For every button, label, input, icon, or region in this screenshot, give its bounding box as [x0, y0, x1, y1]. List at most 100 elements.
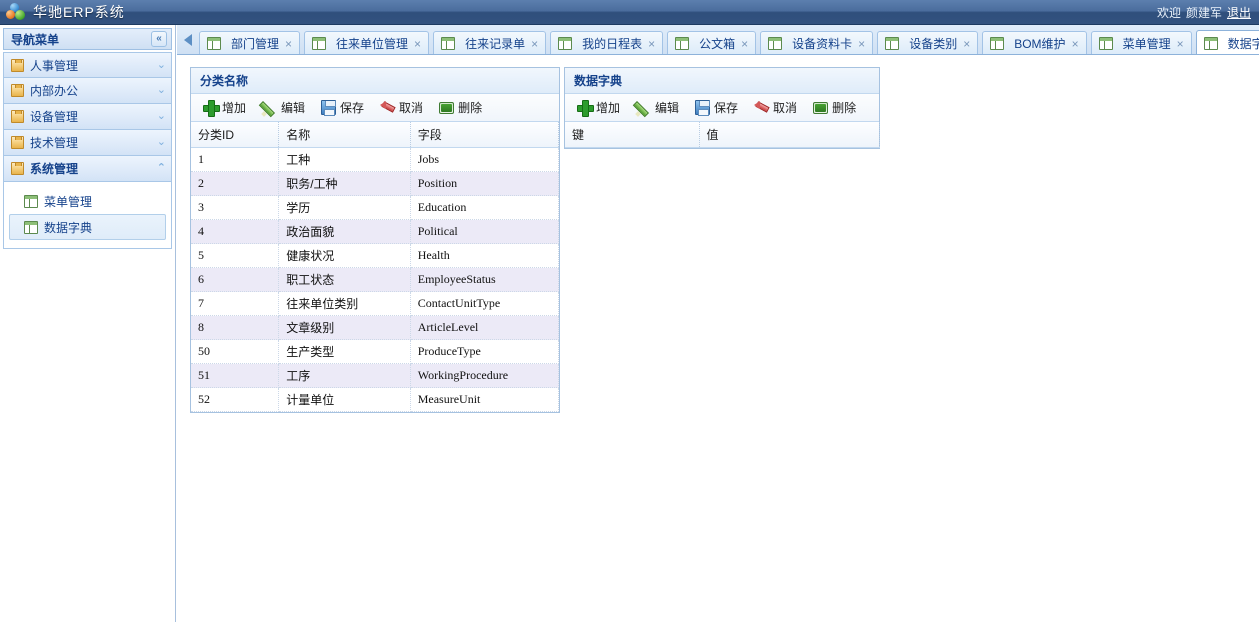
- cell-field: Jobs: [410, 147, 560, 172]
- sidebar-collapse-icon[interactable]: «: [151, 31, 167, 47]
- pencil-icon: [636, 100, 651, 115]
- cell-name: 工序: [278, 363, 411, 388]
- delete-button[interactable]: 删除: [805, 96, 864, 119]
- tab-gongwenxiang[interactable]: 公文箱 ×: [667, 31, 757, 54]
- tab-shebeileibie[interactable]: 设备类别 ×: [877, 31, 979, 54]
- tab-wodericheng[interactable]: 我的日程表 ×: [550, 31, 664, 54]
- table-row[interactable]: 1 工种 Jobs: [191, 147, 560, 172]
- chevron-down-icon: ⌄: [156, 58, 166, 71]
- tab-close-icon[interactable]: ×: [285, 37, 292, 51]
- tab-close-icon[interactable]: ×: [1177, 37, 1184, 51]
- tab-close-icon[interactable]: ×: [963, 37, 970, 51]
- tab-close-icon[interactable]: ×: [1072, 37, 1079, 51]
- tab-wanglaidanweiguanli[interactable]: 往来单位管理 ×: [304, 31, 430, 54]
- save-button[interactable]: 保存: [313, 96, 372, 119]
- tab-label: 往来单位管理: [336, 37, 409, 51]
- delete-button[interactable]: 删除: [431, 96, 490, 119]
- column-header-key[interactable]: 键: [565, 122, 700, 148]
- cancel-button[interactable]: 取消: [372, 96, 431, 119]
- sidebar-item-renshi[interactable]: 人事管理 ⌄: [3, 52, 172, 78]
- sidebar-item-caidanguanli[interactable]: 菜单管理: [9, 188, 166, 214]
- sidebar-item-xitongguanli[interactable]: 系统管理 ⌃: [3, 156, 172, 182]
- tab-close-icon[interactable]: ×: [648, 37, 655, 51]
- table-row[interactable]: 5 健康状况 Health: [191, 243, 560, 268]
- cell-name: 健康状况: [278, 243, 411, 268]
- tab-bumenguanli[interactable]: 部门管理 ×: [199, 31, 301, 54]
- cell-name: 职工状态: [278, 267, 411, 292]
- column-header-field[interactable]: 字段: [410, 122, 560, 148]
- greeting-label: 欢迎: [1156, 5, 1181, 20]
- cell-id: 4: [191, 219, 280, 244]
- cell-id: 6: [191, 267, 280, 292]
- cell-field: Education: [410, 195, 560, 220]
- table-row[interactable]: 51 工序 WorkingProcedure: [191, 363, 560, 388]
- sidebar-item-jishuguanli[interactable]: 技术管理 ⌄: [3, 130, 172, 156]
- save-button[interactable]: 保存: [687, 96, 746, 119]
- delete-button-label: 删除: [458, 101, 483, 115]
- cancel-button-label: 取消: [773, 101, 798, 115]
- add-button[interactable]: 增加: [569, 96, 628, 119]
- tab-bom-weihu[interactable]: BOM维护 ×: [982, 31, 1087, 54]
- tab-close-icon[interactable]: ×: [858, 37, 865, 51]
- table-row[interactable]: 7 往来单位类别 ContactUnitType: [191, 291, 560, 316]
- tab-scroll-left-button[interactable]: [179, 26, 197, 54]
- sidebar-item-label: 技术管理: [30, 136, 79, 150]
- edit-button[interactable]: 编辑: [254, 96, 313, 119]
- table-row[interactable]: 50 生产类型 ProduceType: [191, 339, 560, 364]
- plus-icon: [203, 100, 220, 117]
- cell-id: 1: [191, 147, 280, 172]
- folder-icon: [11, 84, 24, 97]
- tab-close-icon[interactable]: ×: [741, 37, 748, 51]
- table-row[interactable]: 52 计量单位 MeasureUnit: [191, 387, 560, 412]
- floppy-disk-icon: [695, 100, 711, 116]
- sidebar-subitem-label: 数据字典: [44, 220, 93, 235]
- sidebar: 导航菜单 « 人事管理 ⌄ 内部办公 ⌄ 设备管理 ⌄ 技术管理 ⌄ 系统管理 …: [0, 25, 176, 622]
- cell-name: 职务/工种: [278, 171, 411, 196]
- logout-link[interactable]: 退出: [1227, 4, 1251, 21]
- sidebar-item-label: 内部办公: [30, 84, 79, 98]
- grid-icon: [312, 37, 327, 50]
- delete-button-label: 删除: [832, 101, 857, 115]
- edit-button-label: 编辑: [281, 101, 306, 115]
- cell-name: 政治面貌: [278, 219, 411, 244]
- tab-close-icon[interactable]: ×: [414, 37, 421, 51]
- three-spheres-logo-icon: [6, 3, 28, 21]
- cell-name: 计量单位: [278, 387, 411, 412]
- folder-icon: [11, 162, 24, 175]
- sidebar-submenu: 菜单管理 数据字典: [3, 182, 172, 249]
- save-button-label: 保存: [340, 101, 365, 115]
- table-row[interactable]: 2 职务/工种 Position: [191, 171, 560, 196]
- tab-wanglaijiludan[interactable]: 往来记录单 ×: [433, 31, 547, 54]
- table-row[interactable]: 6 职工状态 EmployeeStatus: [191, 267, 560, 292]
- sidebar-item-shebeiguanli[interactable]: 设备管理 ⌄: [3, 104, 172, 130]
- table-row[interactable]: 3 学历 Education: [191, 195, 560, 220]
- grid-icon: [885, 37, 900, 50]
- category-grid-wrapper: 分类ID 名称 字段 1 工种 Jobs 2 职务/工种 Position 3 …: [191, 122, 560, 412]
- grid-icon: [675, 37, 690, 50]
- panels-container: 分类名称 增加 编辑 保存 取消 删除 分类ID 名称 字段 1 工种 Jobs…: [177, 55, 1259, 621]
- column-header-value[interactable]: 值: [699, 122, 880, 148]
- column-header-name[interactable]: 名称: [278, 122, 411, 148]
- tab-label: BOM维护: [1014, 37, 1066, 51]
- sidebar-item-label: 设备管理: [30, 110, 79, 124]
- tab-label: 菜单管理: [1122, 37, 1171, 51]
- sidebar-item-label: 人事管理: [30, 58, 79, 73]
- table-row[interactable]: 4 政治面貌 Political: [191, 219, 560, 244]
- add-button[interactable]: 增加: [195, 96, 254, 119]
- cancel-button[interactable]: 取消: [746, 96, 805, 119]
- undo-arrow-icon: [380, 100, 395, 115]
- edit-button[interactable]: 编辑: [628, 96, 687, 119]
- cell-field: Position: [410, 171, 560, 196]
- tab-label: 数据字典: [1227, 36, 1259, 51]
- tab-label: 公文箱: [699, 37, 736, 51]
- sidebar-item-neibubangong[interactable]: 内部办公 ⌄: [3, 78, 172, 104]
- tab-shujuzidian[interactable]: 数据字典 ×: [1195, 30, 1259, 54]
- cell-field: WorkingProcedure: [410, 363, 560, 388]
- sidebar-item-shujuzidian[interactable]: 数据字典: [9, 214, 166, 240]
- triangle-left-icon: [184, 34, 192, 46]
- column-header-id[interactable]: 分类ID: [191, 122, 280, 148]
- tab-shebeiziliaoka[interactable]: 设备资料卡 ×: [760, 31, 874, 54]
- table-row[interactable]: 8 文章级别 ArticleLevel: [191, 315, 560, 340]
- tab-close-icon[interactable]: ×: [531, 37, 538, 51]
- tab-caidanguanli[interactable]: 菜单管理 ×: [1090, 31, 1192, 54]
